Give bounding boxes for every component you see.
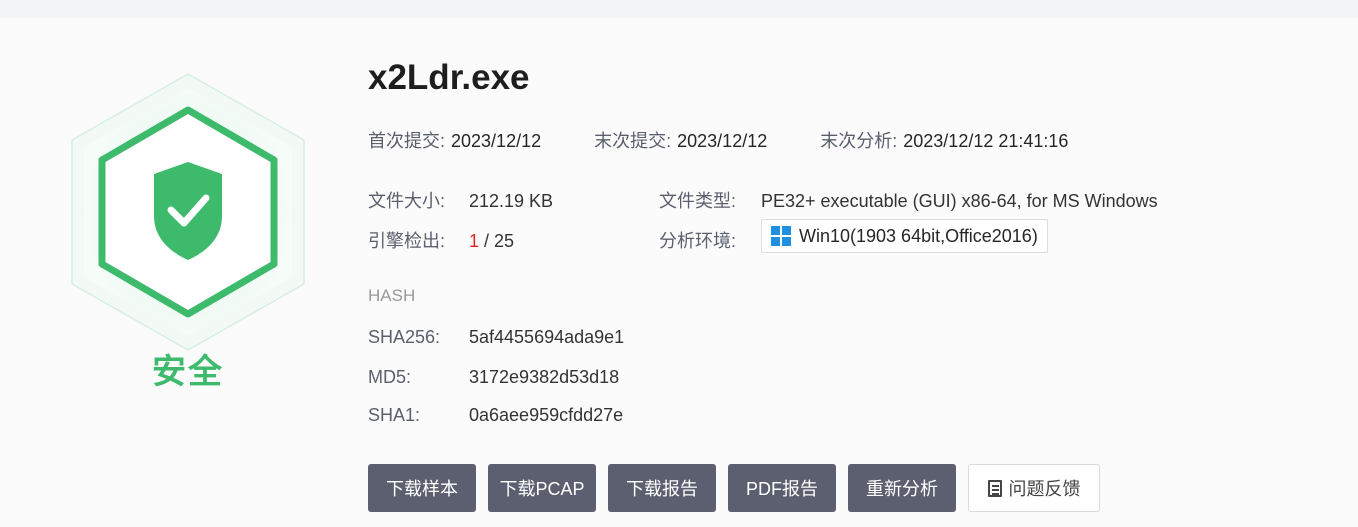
md5-value[interactable]: 3172e9382d53d18: [469, 367, 619, 387]
sha1-label: SHA1:: [368, 405, 421, 425]
file-summary-card: 安全 x2Ldr.exe 首次提交: 2023/12/12 末次提交: 2023/1…: [0, 18, 1358, 527]
file-name-title: x2Ldr.exe: [368, 58, 530, 97]
first-submit-value: 2023/12/12: [451, 131, 542, 151]
file-type-value: PE32+ executable (GUI) x86-64, for MS Wi…: [761, 191, 1158, 211]
md5-label: MD5:: [368, 367, 412, 387]
sha1-row: SHA1: 0a6aee959cfdd27e: [368, 405, 623, 426]
reanalyze-label: 重新分析: [866, 479, 938, 499]
shield-check-icon: [71, 73, 305, 351]
top-bar: [0, 0, 1358, 18]
safety-badge: [66, 70, 310, 360]
download-pcap-label: 下载PCAP: [499, 479, 585, 499]
download-pcap-button[interactable]: 下载PCAP: [488, 464, 596, 512]
download-sample-label: 下载样本: [386, 479, 458, 499]
download-report-button[interactable]: 下载报告: [608, 464, 716, 512]
last-submit-label: 末次提交:: [594, 131, 672, 151]
feedback-label: 问题反馈: [1008, 479, 1081, 499]
last-analysis-value: 2023/12/12 21:41:16: [903, 131, 1069, 151]
file-size-value: 212.19 KB: [469, 191, 554, 211]
analysis-env-value: Win10(1903 64bit,Office2016): [799, 225, 1038, 246]
file-type-label: 文件类型:: [659, 191, 737, 211]
analysis-env-row: 分析环境:: [659, 227, 736, 253]
pdf-report-button[interactable]: PDF报告: [728, 464, 836, 512]
engine-detected-count: 1: [469, 231, 480, 251]
document-icon: [987, 479, 1002, 497]
sha256-label: SHA256:: [368, 327, 441, 347]
hash-heading: HASH: [368, 286, 416, 305]
download-report-label: 下载报告: [626, 479, 698, 499]
file-type-row: 文件类型: PE32+ executable (GUI) x86-64, for …: [659, 187, 1158, 213]
engine-detection-row: 引擎检出: 1 / 25: [368, 227, 514, 253]
sha256-value[interactable]: 5af4455694ada9e1: [469, 327, 624, 347]
last-analysis-label: 末次分析:: [820, 131, 898, 151]
sha256-row: SHA256: 5af4455694ada9e1: [368, 327, 624, 348]
pdf-report-label: PDF报告: [746, 479, 818, 499]
analysis-env-tag[interactable]: Win10(1903 64bit,Office2016): [761, 219, 1048, 253]
sha1-value[interactable]: 0a6aee959cfdd27e: [469, 405, 623, 425]
last-submit-value: 2023/12/12: [677, 131, 768, 151]
first-submit-label: 首次提交:: [368, 131, 446, 151]
file-size-label: 文件大小:: [368, 191, 446, 211]
analysis-env-label: 分析环境:: [659, 231, 737, 251]
engine-detection-label: 引擎检出:: [368, 231, 446, 251]
verdict-label: 安全: [152, 353, 224, 391]
submission-dates: 首次提交: 2023/12/12 末次提交: 2023/12/12 末次分析: 202…: [368, 127, 1068, 153]
md5-row: MD5: 3172e9382d53d18: [368, 367, 619, 388]
download-sample-button[interactable]: 下载样本: [368, 464, 476, 512]
feedback-button[interactable]: 问题反馈: [968, 464, 1100, 512]
file-size-row: 文件大小: 212.19 KB: [368, 187, 553, 213]
reanalyze-button[interactable]: 重新分析: [848, 464, 956, 512]
engine-total-count: / 25: [479, 231, 515, 251]
windows-icon: [771, 226, 791, 246]
